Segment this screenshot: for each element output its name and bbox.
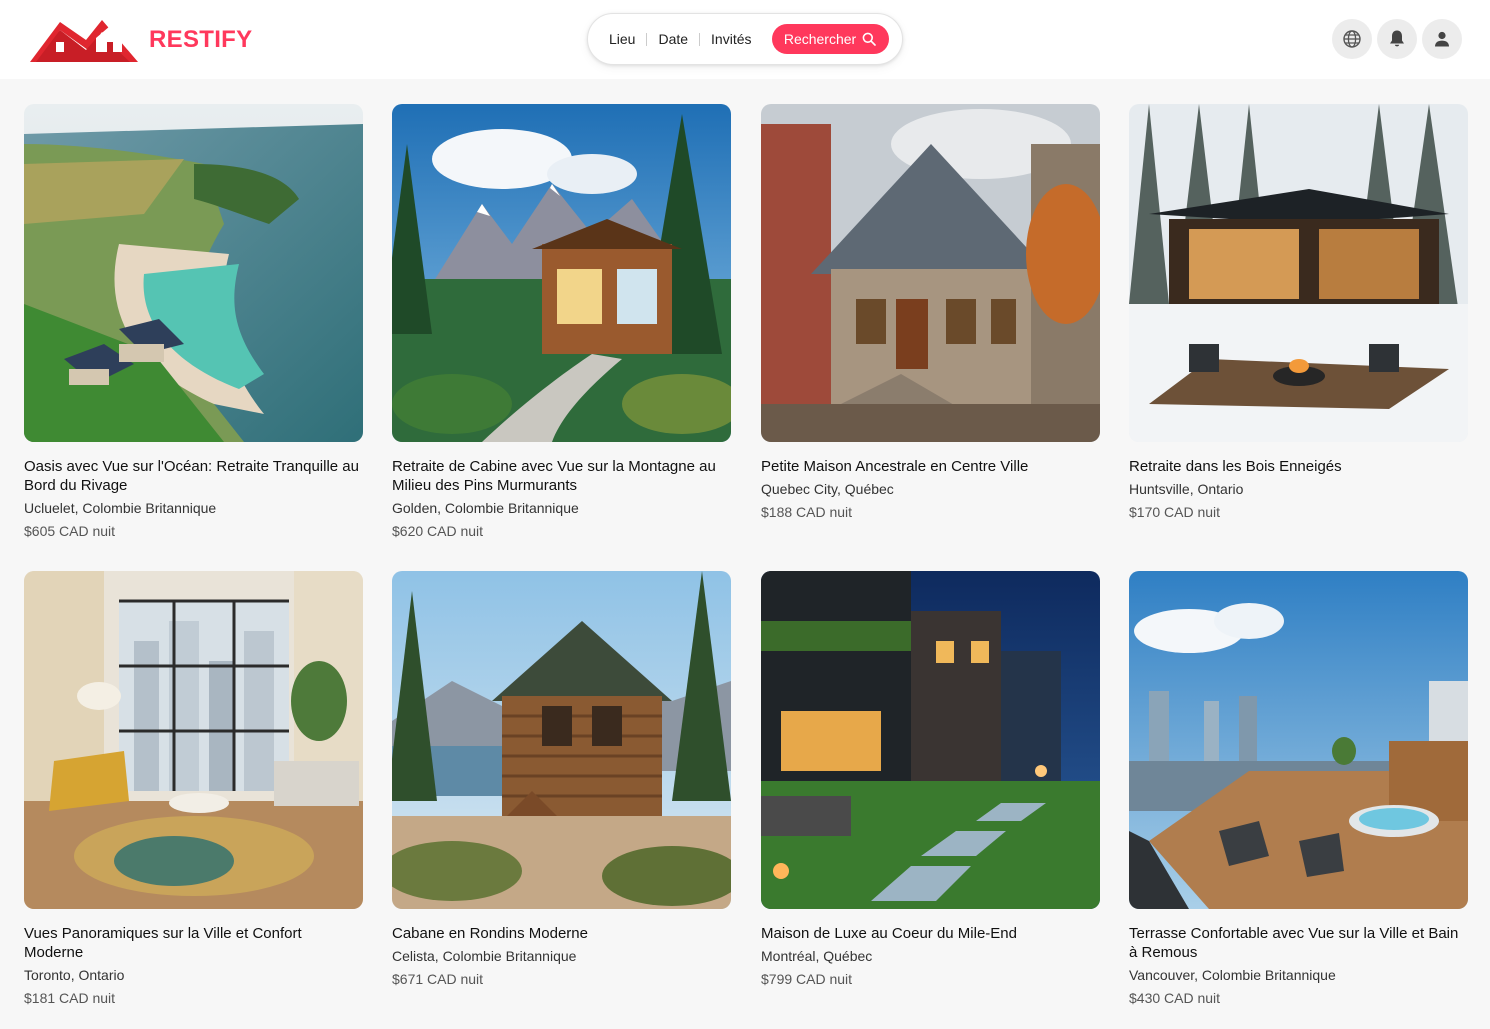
- search-button-label: Rechercher: [783, 31, 857, 47]
- notifications-button[interactable]: [1377, 19, 1417, 59]
- listing-image[interactable]: [761, 571, 1100, 909]
- language-button[interactable]: [1332, 19, 1372, 59]
- globe-icon: [1343, 30, 1361, 48]
- listing-location: Celista, Colombie Britannique: [392, 948, 577, 964]
- listing-card[interactable]: Oasis avec Vue sur l'Océan: Retraite Tra…: [24, 104, 363, 541]
- user-icon: [1435, 31, 1449, 47]
- listing-price: $620 CAD nuit: [392, 523, 484, 539]
- listing-location: Montréal, Québec: [761, 948, 873, 964]
- listing-card[interactable]: Retraite dans les Bois Enneigés Huntsvil…: [1129, 104, 1468, 522]
- divider: [699, 32, 701, 46]
- search-location[interactable]: Lieu: [609, 31, 635, 47]
- listing-title[interactable]: Cabane en Rondins Moderne: [392, 924, 727, 943]
- search-button[interactable]: Rechercher: [771, 24, 889, 54]
- listing-image[interactable]: [1129, 571, 1468, 909]
- listing-card[interactable]: Vues Panoramiques sur la Ville et Confor…: [24, 571, 363, 1008]
- listing-location: Huntsville, Ontario: [1129, 481, 1244, 497]
- listing-price: $430 CAD nuit: [1129, 990, 1221, 1006]
- listing-image[interactable]: [392, 571, 731, 909]
- listing-price: $799 CAD nuit: [761, 971, 853, 987]
- listing-location: Toronto, Ontario: [24, 967, 125, 983]
- bell-icon: [1390, 30, 1404, 47]
- listing-location: Golden, Colombie Britannique: [392, 500, 579, 516]
- top-nav: RESTIFY Lieu Date Invités Rechercher: [0, 0, 1490, 79]
- listing-image[interactable]: [1129, 104, 1468, 442]
- listing-image[interactable]: [392, 104, 731, 442]
- logo[interactable]: RESTIFY: [30, 16, 252, 64]
- listing-image[interactable]: [24, 571, 363, 909]
- listing-title[interactable]: Vues Panoramiques sur la Ville et Confor…: [24, 924, 359, 962]
- listing-price: $181 CAD nuit: [24, 990, 116, 1006]
- listing-title[interactable]: Petite Maison Ancestrale en Centre Ville: [761, 457, 1096, 476]
- listing-location: Ucluelet, Colombie Britannique: [24, 500, 217, 516]
- brand-name: RESTIFY: [149, 26, 253, 53]
- search-date[interactable]: Date: [658, 31, 688, 47]
- search-guests[interactable]: Invités: [711, 31, 751, 47]
- listing-location: Quebec City, Québec: [761, 481, 894, 497]
- listing-title[interactable]: Retraite de Cabine avec Vue sur la Monta…: [392, 457, 727, 495]
- listing-card[interactable]: Terrasse Confortable avec Vue sur la Vil…: [1129, 571, 1468, 1008]
- listing-price: $188 CAD nuit: [761, 504, 853, 520]
- listing-card[interactable]: Retraite de Cabine avec Vue sur la Monta…: [392, 104, 731, 541]
- search-bar: Lieu Date Invités Rechercher: [587, 13, 903, 65]
- listing-title[interactable]: Retraite dans les Bois Enneigés: [1129, 457, 1464, 476]
- listing-card[interactable]: Cabane en Rondins Moderne Celista, Colom…: [392, 571, 731, 989]
- house-roof-logo-icon: [30, 20, 138, 62]
- divider: [646, 32, 648, 46]
- search-icon: [862, 32, 877, 46]
- listing-card[interactable]: Maison de Luxe au Coeur du Mile-End Mont…: [761, 571, 1100, 989]
- listing-title[interactable]: Terrasse Confortable avec Vue sur la Vil…: [1129, 924, 1464, 962]
- listing-price: $671 CAD nuit: [392, 971, 484, 987]
- listing-image[interactable]: [24, 104, 363, 442]
- listing-price: $170 CAD nuit: [1129, 504, 1221, 520]
- listing-card[interactable]: Petite Maison Ancestrale en Centre Ville…: [761, 104, 1100, 522]
- listing-location: Vancouver, Colombie Britannique: [1129, 967, 1336, 983]
- listing-image[interactable]: [761, 104, 1100, 442]
- listing-title[interactable]: Maison de Luxe au Coeur du Mile-End: [761, 924, 1096, 943]
- listing-title[interactable]: Oasis avec Vue sur l'Océan: Retraite Tra…: [24, 457, 359, 495]
- profile-button[interactable]: [1422, 19, 1462, 59]
- listing-price: $605 CAD nuit: [24, 523, 116, 539]
